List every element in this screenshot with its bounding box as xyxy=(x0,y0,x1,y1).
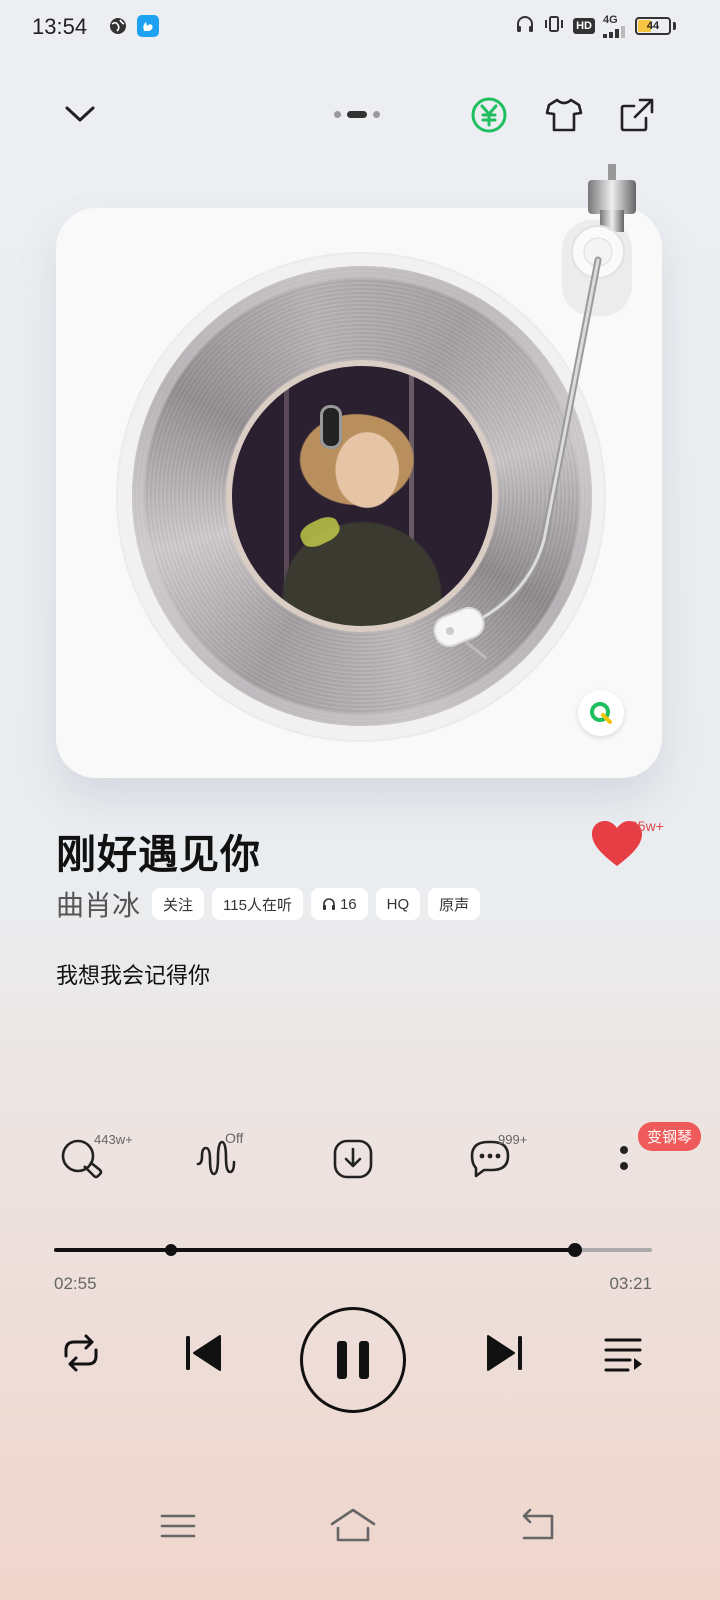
battery-indicator: 44 xyxy=(635,17,671,35)
back-icon[interactable] xyxy=(516,1506,560,1550)
page-indicator xyxy=(334,111,380,118)
qq-music-icon[interactable] xyxy=(578,690,624,736)
total-time: 03:21 xyxy=(609,1274,652,1293)
battery-percent: 44 xyxy=(646,20,660,32)
progress-fill xyxy=(54,1248,575,1252)
comment-button[interactable]: 999+ xyxy=(466,1132,527,1186)
more-vertical-icon xyxy=(620,1146,628,1170)
chevron-down-icon[interactable] xyxy=(62,96,98,136)
headphone-count: 16 xyxy=(339,895,357,913)
sound-effect-button[interactable]: Off xyxy=(196,1130,243,1186)
pause-icon xyxy=(337,1341,369,1379)
page-dot-active xyxy=(347,111,367,118)
battery-cap xyxy=(673,22,676,30)
status-indicators: HD 4G 44 xyxy=(515,14,676,38)
headphone-status-icon xyxy=(515,14,535,38)
status-time: 13:54 xyxy=(32,14,88,39)
progress-thumb[interactable] xyxy=(567,1243,582,1257)
piano-mode-badge[interactable]: 变钢琴 xyxy=(638,1122,702,1151)
artist-name[interactable]: 曲肖冰 xyxy=(56,884,140,924)
network-type: 4G xyxy=(603,14,618,26)
current-time: 02:55 xyxy=(54,1274,97,1293)
progress-marker xyxy=(164,1244,177,1256)
comment-count: 999+ xyxy=(498,1132,528,1147)
search-lyric-button[interactable]: 443w+ xyxy=(58,1132,133,1186)
effect-state: Off xyxy=(225,1130,244,1146)
skip-next-icon[interactable] xyxy=(482,1330,526,1380)
skip-previous-icon[interactable] xyxy=(182,1330,226,1380)
home-icon[interactable] xyxy=(328,1506,378,1550)
menu-icon[interactable] xyxy=(158,1506,198,1550)
page-dot xyxy=(373,111,380,118)
listeners-chip[interactable]: 115人在听 xyxy=(212,888,303,920)
vibrate-icon xyxy=(543,14,565,38)
search-count: 443w+ xyxy=(94,1132,133,1147)
headphone-chip[interactable]: 16 xyxy=(310,888,368,920)
playlist-icon[interactable] xyxy=(602,1330,646,1380)
yuan-icon[interactable] xyxy=(470,96,508,138)
like-count: 95w+ xyxy=(630,818,664,834)
follow-button[interactable]: 关注 xyxy=(152,888,205,920)
pause-button[interactable] xyxy=(300,1307,406,1413)
download-icon xyxy=(333,1139,373,1179)
cover-headphone-detail xyxy=(320,405,342,449)
signal-icon: 4G xyxy=(603,14,627,38)
more-options-button[interactable] xyxy=(616,1142,632,1180)
share-icon[interactable] xyxy=(618,96,656,138)
tonearm xyxy=(420,150,660,674)
quality-chip[interactable]: HQ xyxy=(375,888,421,920)
app-notification-icon xyxy=(137,15,159,37)
song-title: 刚好遇见你 xyxy=(56,832,261,878)
headphone-icon xyxy=(322,898,335,910)
globe-icon xyxy=(108,16,128,40)
original-chip[interactable]: 原声 xyxy=(428,888,481,920)
repeat-icon[interactable] xyxy=(58,1330,104,1380)
hd-badge: HD xyxy=(573,18,595,34)
download-button[interactable] xyxy=(332,1138,374,1184)
tshirt-icon[interactable] xyxy=(544,96,584,138)
current-lyric[interactable]: 我想我会记得你 xyxy=(56,958,210,990)
song-meta-row: 曲肖冰 关注 115人在听 16 HQ 原声 xyxy=(56,884,481,924)
page-dot xyxy=(334,111,341,118)
